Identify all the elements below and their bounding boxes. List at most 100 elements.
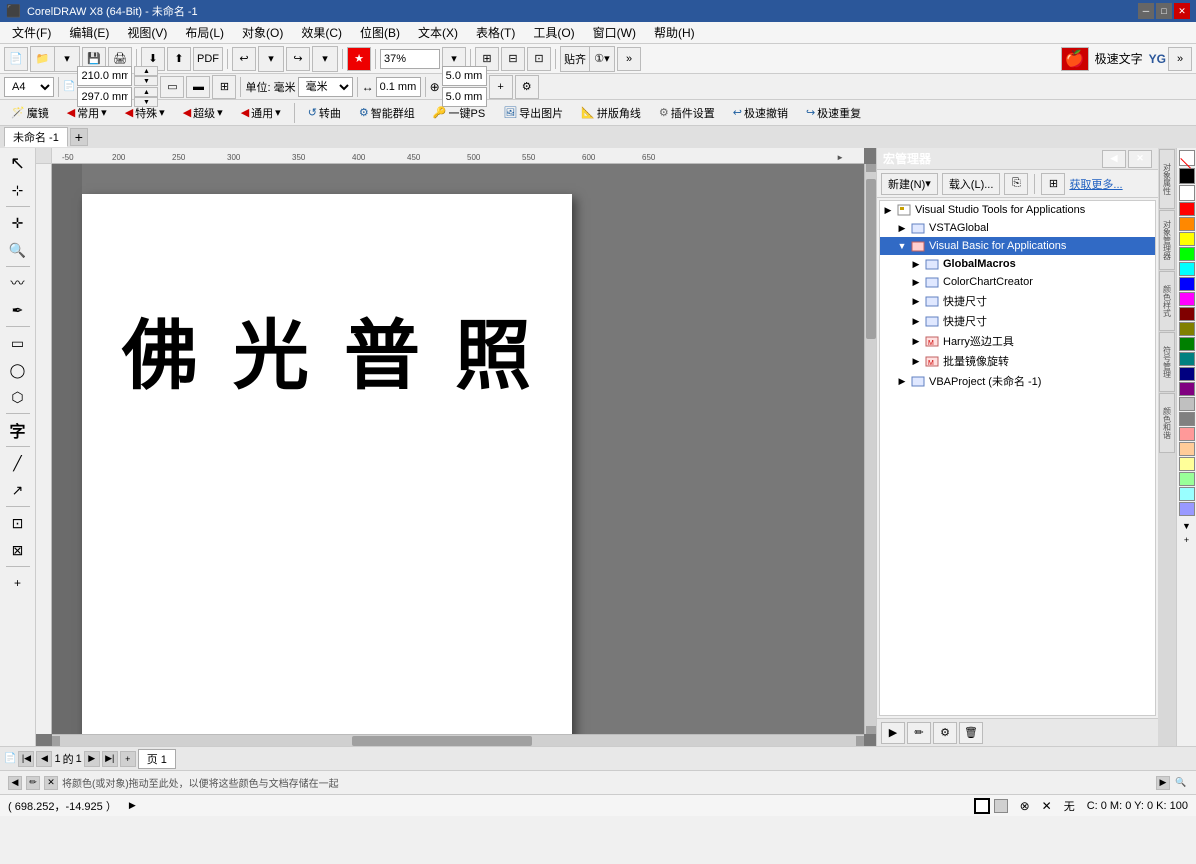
plugin-redo[interactable]: ↪ 极速重复 — [799, 103, 868, 123]
right-icon-2[interactable]: 对象管理器 — [1159, 210, 1175, 270]
color-lightorange[interactable] — [1179, 442, 1195, 456]
color-silver[interactable] — [1179, 397, 1195, 411]
snap-button[interactable]: ⊡ — [527, 47, 551, 71]
minimize-button[interactable]: ─ — [1138, 3, 1154, 19]
macro-new-dropdown[interactable]: ▾ — [925, 177, 931, 190]
plugin-special[interactable]: ◀ 特殊 ▾ — [118, 103, 172, 123]
macro-new-btn[interactable]: 新建(N) ▾ — [881, 173, 938, 195]
status-nav-right[interactable]: ▶ — [1156, 776, 1170, 790]
tree-toggle-0[interactable]: ▶ — [882, 204, 894, 216]
tree-item-shortcut1[interactable]: ▶ 快捷尺寸 — [880, 291, 1155, 311]
plugin-undo[interactable]: ↩ 极速撤销 — [726, 103, 795, 123]
plugin-ps[interactable]: 🔑 一键PS — [426, 103, 492, 123]
menu-window[interactable]: 窗口(W) — [585, 22, 644, 43]
scrollbar-horizontal[interactable] — [52, 734, 864, 746]
macro-load-btn[interactable]: 载入(L)... — [942, 173, 1001, 195]
color-blue[interactable] — [1179, 277, 1195, 291]
plugin-imposition[interactable]: 📐 拼版角线 — [574, 103, 648, 123]
color-teal[interactable] — [1179, 352, 1195, 366]
ellipse-tool[interactable]: ◯ — [4, 357, 32, 383]
tree-toggle-2[interactable]: ▼ — [896, 240, 908, 252]
tree-item-harry[interactable]: ▶ M Harry巡边工具 — [880, 331, 1155, 351]
width-down[interactable]: ▼ — [134, 76, 158, 86]
tree-item-globalmacros[interactable]: ▶ GlobalMacros — [880, 255, 1155, 273]
menu-layout[interactable]: 布局(L) — [177, 22, 232, 43]
macro-copy-btn[interactable]: ⎘ — [1004, 173, 1028, 195]
landscape-btn[interactable]: ▬ — [186, 76, 210, 98]
page-first-btn[interactable]: |◀ — [18, 751, 34, 767]
color-orange[interactable] — [1179, 217, 1195, 231]
redo-dropdown[interactable]: ▾ — [313, 47, 337, 71]
color-darkred[interactable] — [1179, 307, 1195, 321]
scrollbar-v-down[interactable] — [866, 726, 876, 734]
select-tool[interactable]: ↖ — [4, 150, 32, 176]
page-settings-btn[interactable]: ⚙ — [515, 75, 539, 99]
menu-effects[interactable]: 效果(C) — [293, 22, 350, 43]
color-olive[interactable] — [1179, 322, 1195, 336]
unit-select[interactable]: 毫米 — [298, 77, 353, 97]
tree-toggle-6[interactable]: ▶ — [910, 315, 922, 327]
new-button[interactable]: 📄 — [4, 47, 28, 71]
menu-text[interactable]: 文本(X) — [410, 22, 466, 43]
paste-dropdown[interactable]: ①▾ — [590, 47, 614, 71]
height-up[interactable]: ▲ — [134, 87, 158, 97]
scrollbar-vertical[interactable] — [864, 164, 876, 734]
open-button[interactable]: 📁 — [31, 47, 55, 71]
tree-item-vsta[interactable]: ▶ Visual Studio Tools for Applications — [880, 201, 1155, 219]
nudge-input[interactable] — [376, 77, 421, 97]
restore-button[interactable]: □ — [1156, 3, 1172, 19]
plugin-export[interactable]: 🖼 导出图片 — [496, 103, 570, 123]
macro-options-btn[interactable]: ⚙ — [933, 722, 957, 744]
macro-sort-btn[interactable]: ⊞ — [1041, 173, 1065, 195]
page-tab-1[interactable]: 页 1 — [138, 749, 176, 769]
color-lightgreen[interactable] — [1179, 472, 1195, 486]
line-tool[interactable]: ╱ — [4, 450, 32, 476]
rect-tool[interactable]: ▭ — [4, 330, 32, 356]
color-lightred[interactable] — [1179, 427, 1195, 441]
menu-table[interactable]: 表格(T) — [468, 22, 523, 43]
scrollbar-v-thumb[interactable] — [866, 179, 876, 339]
page-layout-btn[interactable]: ⊞ — [212, 75, 236, 99]
more-button[interactable]: » — [617, 47, 641, 71]
tree-toggle-7[interactable]: ▶ — [910, 335, 922, 347]
tree-item-colorchartcreator[interactable]: ▶ ColorChartCreator — [880, 273, 1155, 291]
page-next-btn[interactable]: ▶ — [84, 751, 100, 767]
right-icon-4[interactable]: 符号管理 — [1159, 332, 1175, 392]
tree-toggle-8[interactable]: ▶ — [910, 355, 922, 367]
redo-button[interactable]: ↪ — [286, 47, 310, 71]
polygon-tool[interactable]: ⬡ — [4, 384, 32, 410]
width-input[interactable] — [77, 66, 132, 86]
publish-pdf[interactable]: PDF — [193, 47, 223, 71]
status-close-btn[interactable]: ✕ — [44, 776, 58, 790]
tree-item-shortcut2[interactable]: ▶ 快捷尺寸 — [880, 311, 1155, 331]
plugin-common[interactable]: ◀ 常用 ▾ — [60, 103, 114, 123]
color-darkgreen[interactable] — [1179, 337, 1195, 351]
menu-view[interactable]: 视图(V) — [119, 22, 175, 43]
macro-run-btn[interactable]: ▶ — [881, 722, 905, 744]
page-add-btn[interactable]: + — [489, 75, 513, 99]
tree-toggle-5[interactable]: ▶ — [910, 295, 922, 307]
scrollbar-h-thumb[interactable] — [352, 736, 532, 746]
tree-toggle-1[interactable]: ▶ — [896, 222, 908, 234]
welcome-btn[interactable]: ★ — [347, 47, 371, 71]
undo-button[interactable]: ↩ — [232, 47, 256, 71]
menu-tools[interactable]: 工具(O) — [525, 22, 582, 43]
page-size-select[interactable]: A4 — [4, 77, 54, 97]
plugin-settings[interactable]: ⚙ 插件设置 — [652, 103, 722, 123]
color-lightyellow[interactable] — [1179, 457, 1195, 471]
color-cyan[interactable] — [1179, 262, 1195, 276]
plugin-mirror[interactable]: 🪄 魔镜 — [4, 103, 56, 123]
tree-item-batch-mirror[interactable]: ▶ M 批量镜像旋转 — [880, 351, 1155, 371]
freehand-tool[interactable]: 〰 — [4, 270, 32, 296]
tree-item-vba[interactable]: ▼ Visual Basic for Applications — [880, 237, 1155, 255]
color-black[interactable] — [1179, 168, 1195, 184]
shadow-tool[interactable]: ⊡ — [4, 510, 32, 536]
transform-tool[interactable]: ✛ — [4, 210, 32, 236]
macro-getmore-label[interactable]: 获取更多... — [1069, 176, 1122, 192]
menu-help[interactable]: 帮助(H) — [646, 22, 703, 43]
color-lightcyan[interactable] — [1179, 487, 1195, 501]
macro-delete-btn[interactable]: 🗑 — [959, 722, 983, 744]
fill-tool[interactable]: ⊠ — [4, 537, 32, 563]
close-button[interactable]: ✕ — [1174, 3, 1190, 19]
stroke-indicator[interactable] — [994, 799, 1008, 813]
